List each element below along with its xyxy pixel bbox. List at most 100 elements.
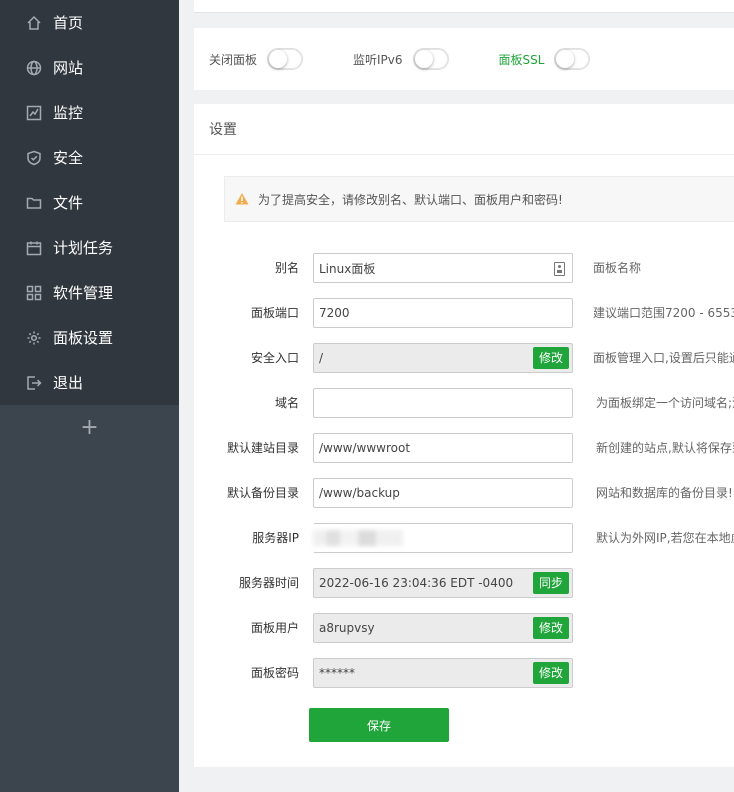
sidebar-item-home[interactable]: 首页 — [0, 0, 179, 45]
sidebar-item-cron[interactable]: 计划任务 — [0, 225, 179, 270]
grid-icon — [25, 284, 43, 302]
toggle-knob — [556, 50, 575, 68]
alias-hint: 面板名称 — [593, 261, 642, 275]
site-dir-hint: 新创建的站点,默认将保存到该目录的下级目录! — [596, 441, 734, 455]
close-panel-group: 关闭面板 — [209, 48, 304, 70]
alias-field[interactable] — [313, 253, 573, 283]
sync-time-button[interactable]: 同步 — [532, 572, 569, 594]
calendar-icon — [25, 239, 43, 257]
domain-input[interactable] — [319, 389, 572, 417]
server-time-value: 2022-06-16 23:04:36 EDT -0400 — [319, 576, 514, 590]
gear-icon — [25, 329, 43, 347]
sidebar-item-label: 文件 — [53, 194, 84, 212]
sidebar-item-website[interactable]: 网站 — [0, 45, 179, 90]
top-card — [194, 0, 734, 13]
sidebar-menu: 首页 网站 监控 安全 文件 计划任务 软件管理 面板设置 退出 — [0, 0, 179, 405]
panel-password-label: 面板密码 — [250, 666, 299, 680]
edit-password-button[interactable]: 修改 — [532, 662, 569, 684]
save-button[interactable]: 保存 — [309, 708, 449, 742]
sidebar-item-label: 面板设置 — [53, 329, 114, 347]
domain-field[interactable] — [313, 388, 573, 418]
sidebar-item-settings[interactable]: 面板设置 — [0, 315, 179, 360]
sidebar-item-label: 软件管理 — [53, 284, 114, 302]
sidebar-item-monitor[interactable]: 监控 — [0, 90, 179, 135]
sidebar-item-security[interactable]: 安全 — [0, 135, 179, 180]
site-dir-input[interactable] — [319, 434, 572, 462]
redacted-ip — [313, 530, 403, 546]
panel-user-value: a8rupvsy — [319, 621, 375, 635]
site-dir-row: 默认建站目录 新创建的站点,默认将保存到该目录的下级目录! — [194, 433, 734, 463]
listen-ipv6-label: 监听IPv6 — [353, 52, 403, 67]
toggle-knob — [269, 50, 288, 68]
logout-icon — [25, 374, 43, 392]
edit-entry-button[interactable]: 修改 — [532, 347, 569, 369]
server-ip-field[interactable] — [313, 523, 573, 553]
entry-label: 安全入口 — [250, 351, 299, 365]
toggle-knob — [414, 50, 433, 68]
sidebar-item-files[interactable]: 文件 — [0, 180, 179, 225]
entry-row: 安全入口 / 修改 面板管理入口,设置后只能通过指定安全入口登录面板 — [194, 343, 734, 373]
sidebar-item-label: 监控 — [53, 104, 84, 122]
panel-password-value: ****** — [319, 666, 355, 680]
sidebar-item-label: 网站 — [53, 59, 84, 77]
port-field[interactable] — [313, 298, 573, 328]
server-time-field: 2022-06-16 23:04:36 EDT -0400 同步 — [313, 568, 573, 598]
globe-icon — [25, 59, 43, 77]
add-menu-button[interactable]: + — [0, 405, 179, 450]
sidebar-item-logout[interactable]: 退出 — [0, 360, 179, 405]
site-dir-field[interactable] — [313, 433, 573, 463]
alias-label: 别名 — [274, 261, 299, 275]
main-content: 关闭面板 监听IPv6 面板SSL 设置 为了提高安全，请修改别名、默认端口、面… — [179, 0, 734, 792]
alias-row: 别名 面板名称 — [194, 253, 734, 283]
backup-dir-label: 默认备份目录 — [226, 486, 299, 500]
domain-hint: 为面板绑定一个访问域名;注意：一旦绑定域名,只能通过域名访问面板! — [596, 396, 734, 410]
panel-ssl-label[interactable]: 面板SSL — [499, 51, 545, 68]
server-ip-label: 服务器IP — [252, 531, 299, 545]
warning-icon — [235, 193, 249, 205]
settings-card: 设置 为了提高安全，请修改别名、默认端口、面板用户和密码! 别名 面板名称 面板… — [194, 104, 734, 767]
panel-user-field: a8rupvsy 修改 — [313, 613, 573, 643]
alert-text: 为了提高安全，请修改别名、默认端口、面板用户和密码! — [258, 192, 563, 207]
switch-bar: 关闭面板 监听IPv6 面板SSL — [194, 28, 734, 90]
shield-icon — [25, 149, 43, 167]
close-panel-toggle[interactable] — [267, 48, 304, 70]
domain-label: 域名 — [274, 396, 299, 410]
backup-dir-hint: 网站和数据库的备份目录! — [596, 486, 733, 500]
backup-dir-row: 默认备份目录 网站和数据库的备份目录! — [194, 478, 734, 508]
port-label: 面板端口 — [250, 306, 299, 320]
entry-hint: 面板管理入口,设置后只能通过指定安全入口登录面板 — [593, 351, 734, 365]
security-alert: 为了提高安全，请修改别名、默认端口、面板用户和密码! — [224, 176, 734, 222]
panel-password-field: ****** 修改 — [313, 658, 573, 688]
backup-dir-input[interactable] — [319, 479, 572, 507]
server-time-label: 服务器时间 — [238, 576, 299, 590]
folder-icon — [25, 194, 43, 212]
listen-ipv6-toggle[interactable] — [412, 48, 449, 70]
domain-row: 域名 为面板绑定一个访问域名;注意：一旦绑定域名,只能通过域名访问面板! — [194, 388, 734, 418]
sidebar: 首页 网站 监控 安全 文件 计划任务 软件管理 面板设置 退出 + — [0, 0, 179, 792]
server-time-row: 服务器时间 2022-06-16 23:04:36 EDT -0400 同步 — [194, 568, 734, 598]
panel-ssl-toggle[interactable] — [554, 48, 591, 70]
sidebar-item-label: 安全 — [53, 149, 84, 167]
alias-input[interactable] — [319, 254, 572, 282]
port-input[interactable] — [319, 299, 572, 327]
entry-field: / 修改 — [313, 343, 573, 373]
panel-ssl-group: 面板SSL — [499, 48, 591, 70]
settings-title: 设置 — [194, 104, 734, 155]
edit-user-button[interactable]: 修改 — [532, 617, 569, 639]
home-icon — [25, 14, 43, 32]
id-card-icon — [554, 262, 565, 276]
server-ip-hint: 默认为外网IP,若您在本地虚拟机测试,请填写虚拟机内网IP! — [596, 531, 734, 545]
panel-password-row: 面板密码 ****** 修改 — [194, 658, 734, 688]
port-hint: 建议端口范围7200 - 65535 — [593, 306, 734, 320]
server-ip-row: 服务器IP 默认为外网IP,若您在本地虚拟机测试,请填写虚拟机内网IP! — [194, 523, 734, 553]
port-row: 面板端口 建议端口范围7200 - 65535 — [194, 298, 734, 328]
sidebar-item-software[interactable]: 软件管理 — [0, 270, 179, 315]
backup-dir-field[interactable] — [313, 478, 573, 508]
sidebar-item-label: 计划任务 — [53, 239, 114, 257]
site-dir-label: 默认建站目录 — [226, 441, 299, 455]
listen-ipv6-group: 监听IPv6 — [353, 48, 449, 70]
sidebar-item-label: 退出 — [53, 374, 84, 392]
entry-value: / — [319, 351, 324, 365]
monitor-icon — [25, 104, 43, 122]
panel-user-label: 面板用户 — [250, 621, 299, 635]
